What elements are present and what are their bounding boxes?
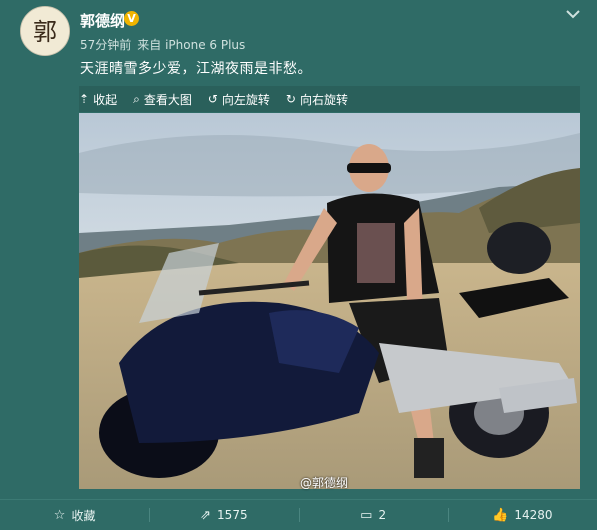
rotate-left-button[interactable]: ↺ 向左旋转 — [208, 91, 270, 108]
chevron-down-icon[interactable] — [565, 6, 581, 20]
image-toolbar: ⇡ 收起 ⌕ 查看大图 ↺ 向左旋转 ↻ 向右旋转 — [79, 86, 580, 112]
verified-badge-icon: V — [124, 11, 139, 26]
repost-count: 1575 — [217, 508, 248, 522]
like-icon: 👍 — [492, 507, 509, 523]
avatar[interactable]: 郭 — [20, 6, 70, 56]
user-name[interactable]: 郭德纲 — [80, 10, 125, 31]
repost-icon: ⇗ — [200, 507, 212, 523]
collapse-icon: ⇡ — [79, 92, 90, 106]
rotate-right-label: 向右旋转 — [299, 92, 348, 107]
like-count: 14280 — [514, 508, 553, 522]
action-bar: ☆ 收藏 ⇗ 1575 ▭ 2 👍 14280 — [0, 500, 597, 530]
post-source: 来自 iPhone 6 Plus — [137, 38, 246, 52]
rotate-right-icon: ↻ — [285, 92, 296, 106]
comment-count: 2 — [378, 508, 387, 522]
rotate-right-button[interactable]: ↻ 向右旋转 — [286, 91, 348, 108]
photo-watermark: @郭德纲 — [300, 476, 349, 490]
collapse-button[interactable]: ⇡ 收起 — [79, 91, 117, 108]
favorite-button[interactable]: ☆ 收藏 — [0, 500, 149, 530]
view-large-button[interactable]: ⌕ 查看大图 — [133, 91, 192, 108]
post-text: 天涯晴雪多少爱，江湖夜雨是非愁。 — [80, 61, 312, 77]
post-photo[interactable] — [79, 113, 580, 489]
like-button[interactable]: 👍 14280 — [447, 500, 597, 530]
collapse-label: 收起 — [93, 92, 118, 107]
rotate-left-label: 向左旋转 — [221, 92, 270, 107]
comment-button[interactable]: ▭ 2 — [298, 500, 448, 530]
rotate-left-icon: ↺ — [207, 92, 218, 106]
comment-icon: ▭ — [360, 507, 373, 523]
star-icon: ☆ — [53, 507, 66, 523]
repost-button[interactable]: ⇗ 1575 — [149, 500, 298, 530]
favorite-label: 收藏 — [71, 508, 96, 523]
post-meta: 57分钟前 来自 iPhone 6 Plus — [80, 36, 251, 53]
post-time[interactable]: 57分钟前 — [80, 38, 131, 52]
zoom-icon: ⌕ — [133, 91, 140, 106]
weibo-post-card: 郭 郭德纲 V 57分钟前 来自 iPhone 6 Plus 天涯晴雪多少爱，江湖… — [0, 0, 597, 530]
view-large-label: 查看大图 — [143, 92, 192, 107]
avatar-glyph: 郭 — [33, 18, 57, 46]
